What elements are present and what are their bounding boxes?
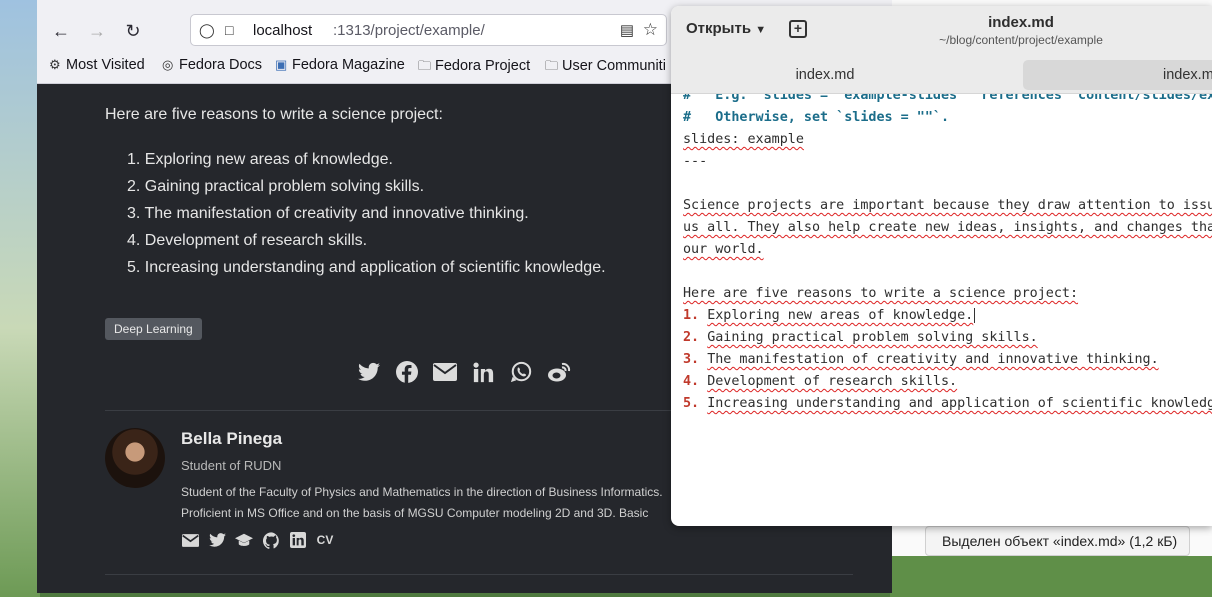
author-name[interactable]: Bella Pinega	[181, 429, 282, 449]
author-role: Student of RUDN	[181, 458, 282, 473]
reason-text: Exploring new areas of knowledge.	[144, 151, 393, 168]
list-number: 1.	[683, 308, 700, 323]
list-text: The manifestation of creativity and inno…	[707, 352, 1159, 367]
list-item: 3. The manifestation of creativity and i…	[127, 205, 529, 222]
code-line: 4. Development of research skills.	[683, 371, 957, 393]
wallpaper-bottom	[890, 550, 1212, 597]
code-line: # E.g. `slides = "example-slides"` refer…	[683, 94, 1212, 103]
twitter-icon[interactable]	[208, 531, 226, 549]
tag-badge[interactable]: Deep Learning	[105, 318, 202, 340]
bookmark-fedora-docs[interactable]: ◎ Fedora Docs	[162, 57, 262, 73]
reload-button[interactable]: ↻	[121, 19, 145, 43]
article-intro: Here are five reasons to write a science…	[105, 106, 443, 123]
url-host: localhost	[253, 22, 313, 39]
reason-text: Development of research skills.	[144, 232, 368, 249]
editor-file-path: ~/blog/content/project/example	[939, 33, 1103, 47]
email-icon[interactable]	[181, 531, 199, 549]
file-manager-status: Выделен объект «index.md» (1,2 кБ)	[925, 526, 1190, 556]
facebook-icon[interactable]	[395, 360, 419, 384]
list-item: 2. Gaining practical problem solving ski…	[127, 178, 425, 195]
bookmark-star-icon[interactable]: ☆	[643, 20, 658, 40]
list-text: Exploring new areas of knowledge.	[707, 308, 974, 323]
url-path: :1313/project/example/	[333, 22, 485, 39]
folder-icon: 🗀	[418, 58, 432, 73]
bookmark-label: Fedora Project	[435, 58, 531, 74]
bookmark-most-visited[interactable]: ⚙ Most Visited	[49, 57, 145, 73]
bookmark-label: Fedora Magazine	[292, 57, 405, 73]
code-line: # Otherwise, set `slides = ""`.	[683, 110, 950, 125]
tab-index-md-1[interactable]: index.md	[679, 60, 971, 90]
list-text: Development of research skills.	[707, 374, 958, 389]
share-bar	[357, 360, 571, 384]
linkedin-icon[interactable]	[471, 360, 495, 384]
bookmark-fedora-project[interactable]: 🗀 Fedora Project	[418, 57, 530, 79]
forward-button[interactable]: →	[85, 19, 109, 43]
list-item: 1. Exploring new areas of knowledge.	[127, 151, 393, 168]
bookmark-label: User Communiti	[562, 58, 666, 74]
code-line: us all. They also help create new ideas,…	[683, 220, 1212, 235]
fm-icon: ▣	[275, 57, 288, 72]
list-item: 4. Development of research skills.	[127, 232, 368, 249]
list-number: 5.	[683, 396, 700, 411]
github-icon[interactable]	[262, 531, 280, 549]
avatar	[105, 428, 165, 488]
reason-text: Increasing understanding and application…	[144, 259, 606, 276]
gear-icon: ⚙	[49, 57, 61, 72]
text-editor-window: Открыть ▼ + index.md ~/blog/content/proj…	[671, 6, 1212, 526]
whatsapp-icon[interactable]	[509, 360, 533, 384]
code-line: slides: example	[683, 132, 804, 147]
page-icon: □	[225, 22, 234, 38]
folder-icon: 🗀	[545, 58, 559, 73]
linkedin-icon[interactable]	[289, 531, 307, 549]
open-button[interactable]: Открыть ▼	[686, 20, 766, 37]
text-cursor	[974, 308, 976, 323]
reason-list: 1. Exploring new areas of knowledge. 2. …	[127, 146, 606, 281]
reader-view-icon[interactable]: ▤	[620, 21, 634, 39]
graduation-cap-icon[interactable]	[235, 531, 253, 549]
list-number: 2.	[683, 330, 700, 345]
tab-index-md-2[interactable]: index.m	[1023, 60, 1212, 90]
shield-icon[interactable]: ◯	[199, 22, 215, 39]
reason-text: The manifestation of creativity and inno…	[144, 205, 529, 222]
code-line: our world.	[683, 242, 764, 257]
list-text: Gaining practical problem solving skills…	[707, 330, 1038, 345]
code-line: ---	[683, 154, 708, 169]
code-line: 3. The manifestation of creativity and i…	[683, 349, 1159, 371]
code-line: Science projects are important because t…	[683, 198, 1212, 213]
wallpaper-left	[0, 0, 40, 597]
email-icon[interactable]	[433, 360, 457, 384]
bookmark-fedora-magazine[interactable]: ▣ Fedora Magazine	[275, 57, 405, 73]
editor-header: Открыть ▼ + index.md ~/blog/content/proj…	[671, 6, 1212, 56]
code-line: 2. Gaining practical problem solving ski…	[683, 327, 1038, 349]
author-links: CV	[181, 531, 334, 549]
cv-link[interactable]: CV	[316, 531, 334, 549]
reason-text: Gaining practical problem solving skills…	[144, 178, 425, 195]
bookmark-label: Fedora Docs	[179, 57, 263, 73]
code-line: 1. Exploring new areas of knowledge.	[683, 305, 976, 327]
code-editor[interactable]: # E.g. `slides = "example-slides"` refer…	[683, 94, 1212, 526]
globe-icon: ◎	[162, 57, 174, 72]
code-line: 5. Increasing understanding and applicat…	[683, 393, 1212, 415]
back-button[interactable]: ←	[49, 19, 73, 43]
chevron-down-icon: ▼	[755, 24, 767, 36]
open-label: Открыть	[686, 20, 752, 37]
new-tab-button[interactable]: +	[789, 20, 807, 38]
url-bar[interactable]: ◯ □ localhost :1313/project/example/ ▤ ☆	[190, 14, 667, 46]
list-number: 4.	[683, 374, 700, 389]
weibo-icon[interactable]	[547, 360, 571, 384]
list-number: 3.	[683, 352, 700, 367]
divider	[105, 574, 853, 575]
list-item: 5. Increasing understanding and applicat…	[127, 259, 606, 276]
bookmark-user-communities[interactable]: 🗀 User Communiti	[545, 57, 666, 79]
twitter-icon[interactable]	[357, 360, 381, 384]
code-line: Here are five reasons to write a science…	[683, 286, 1079, 301]
editor-tabs: index.md index.m	[671, 56, 1212, 94]
author-bio: Student of the Faculty of Physics and Ma…	[181, 485, 663, 520]
bookmark-label: Most Visited	[66, 57, 145, 73]
editor-title: index.md	[988, 14, 1054, 31]
list-text: Increasing understanding and application…	[707, 396, 1212, 411]
